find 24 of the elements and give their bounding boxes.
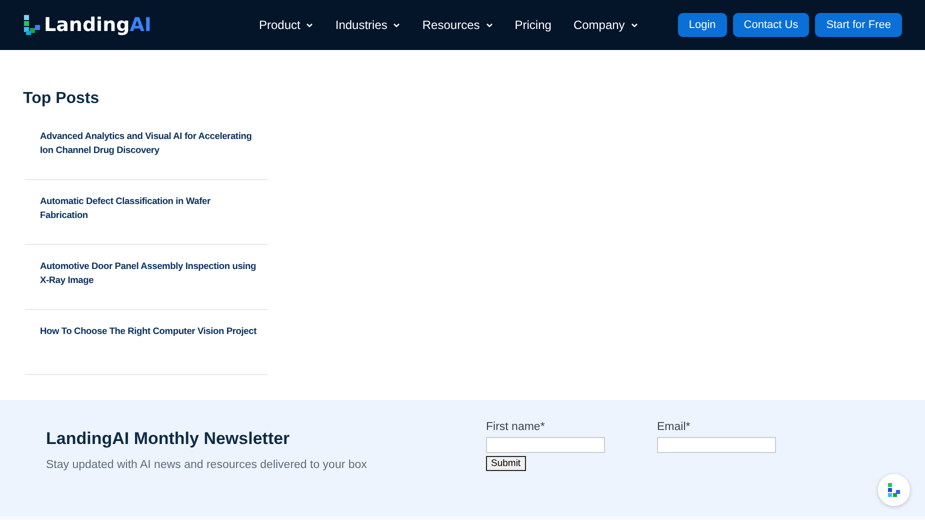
input-field[interactable] — [657, 437, 776, 453]
post-link[interactable]: Automatic Defect Classification in Wafer Fabrication — [25, 187, 268, 245]
post-link[interactable]: How To Choose The Right Computer Vision Project — [25, 317, 268, 375]
header-button[interactable]: Start for Free — [815, 13, 902, 37]
post-link[interactable]: Advanced Analytics and Visual AI for Accelerating Ion Channel Drug Discovery — [25, 122, 268, 180]
nav-link[interactable]: Industries — [335, 18, 400, 32]
submit-button[interactable]: Submit — [486, 456, 526, 471]
blocks-icon — [23, 14, 41, 36]
post-link[interactable]: Automotive Door Panel Assembly Inspection using X-Ray Image — [25, 252, 268, 310]
input-field[interactable] — [486, 437, 605, 453]
logo-text: LandingAI — [44, 14, 152, 36]
logo[interactable]: LandingAI — [23, 14, 259, 36]
nav-link[interactable]: Pricing — [514, 18, 552, 32]
blocks-icon — [887, 482, 901, 498]
nav-link[interactable]: Product — [259, 18, 314, 32]
nav-link[interactable]: Resources — [422, 18, 493, 32]
section-title: Top Posts — [23, 90, 100, 108]
nav-link[interactable]: Company — [573, 18, 638, 32]
header-button[interactable]: Login — [678, 13, 727, 37]
newsletter-subtitle: Stay updated with AI news and resources delivered to your box — [46, 459, 368, 471]
field-label: Email* — [657, 421, 692, 433]
header-button[interactable]: Contact Us — [732, 13, 810, 37]
field-label: First name* — [486, 421, 546, 433]
newsletter-title: LandingAI Monthly Newsletter — [46, 429, 291, 449]
